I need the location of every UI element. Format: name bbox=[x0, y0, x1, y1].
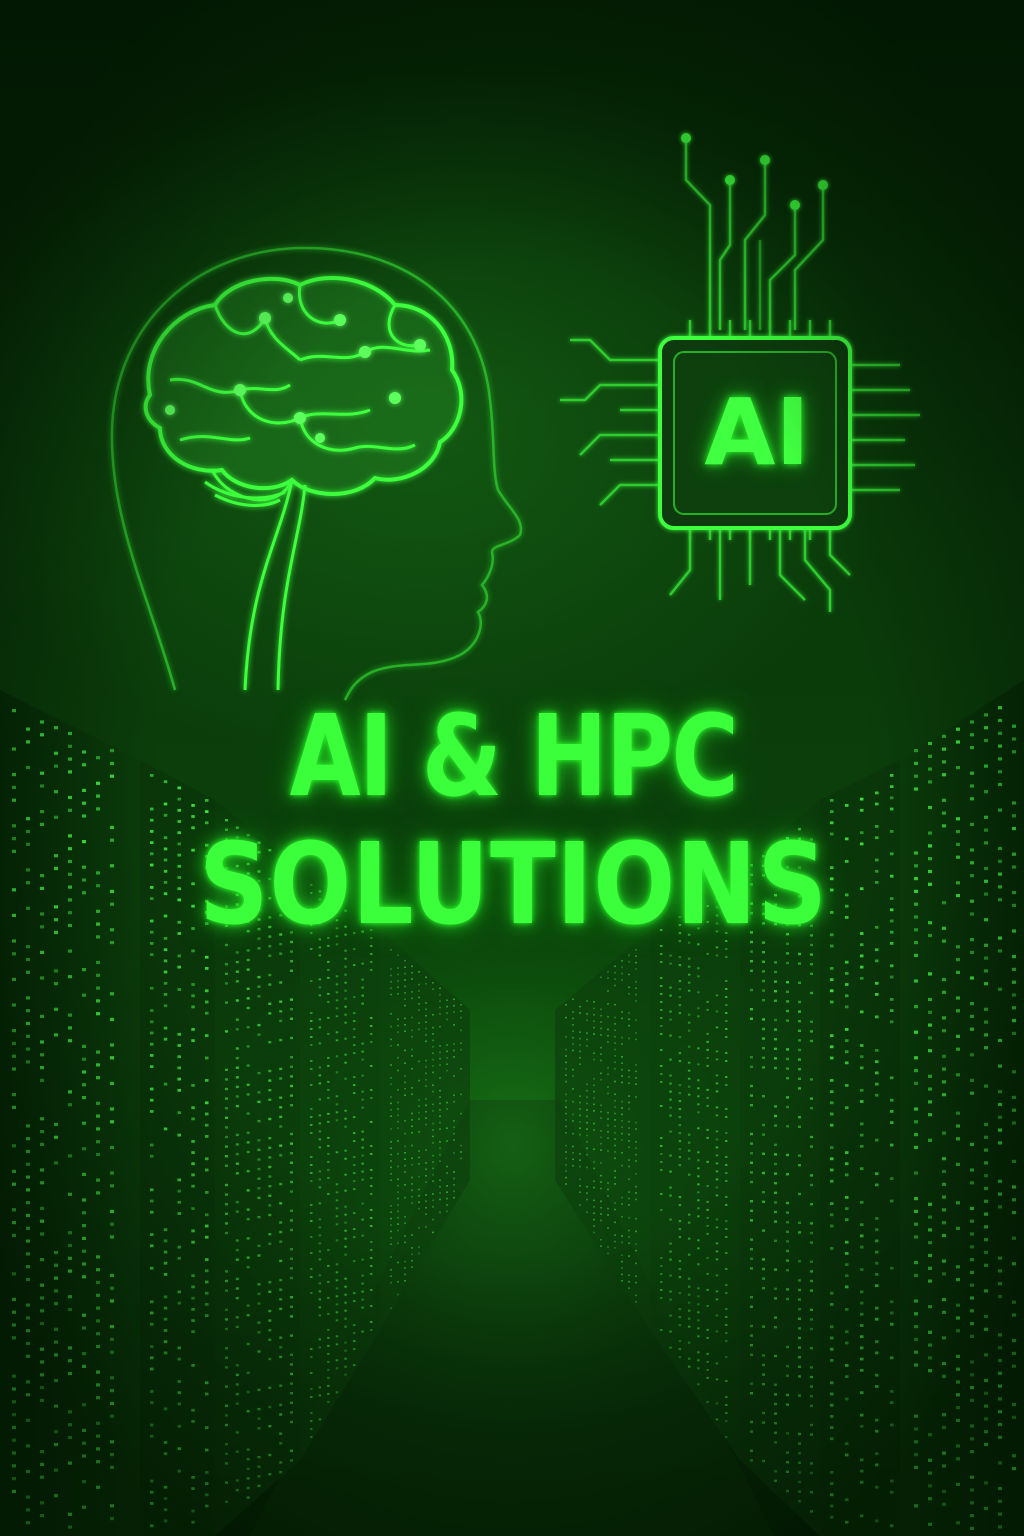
headline-line1: AI & HPC bbox=[289, 692, 739, 822]
poster: AI AI & HPC SOLUTIONS bbox=[0, 0, 1024, 1536]
headline-line2: SOLUTIONS bbox=[199, 820, 828, 950]
chip-label: AI bbox=[704, 379, 810, 486]
